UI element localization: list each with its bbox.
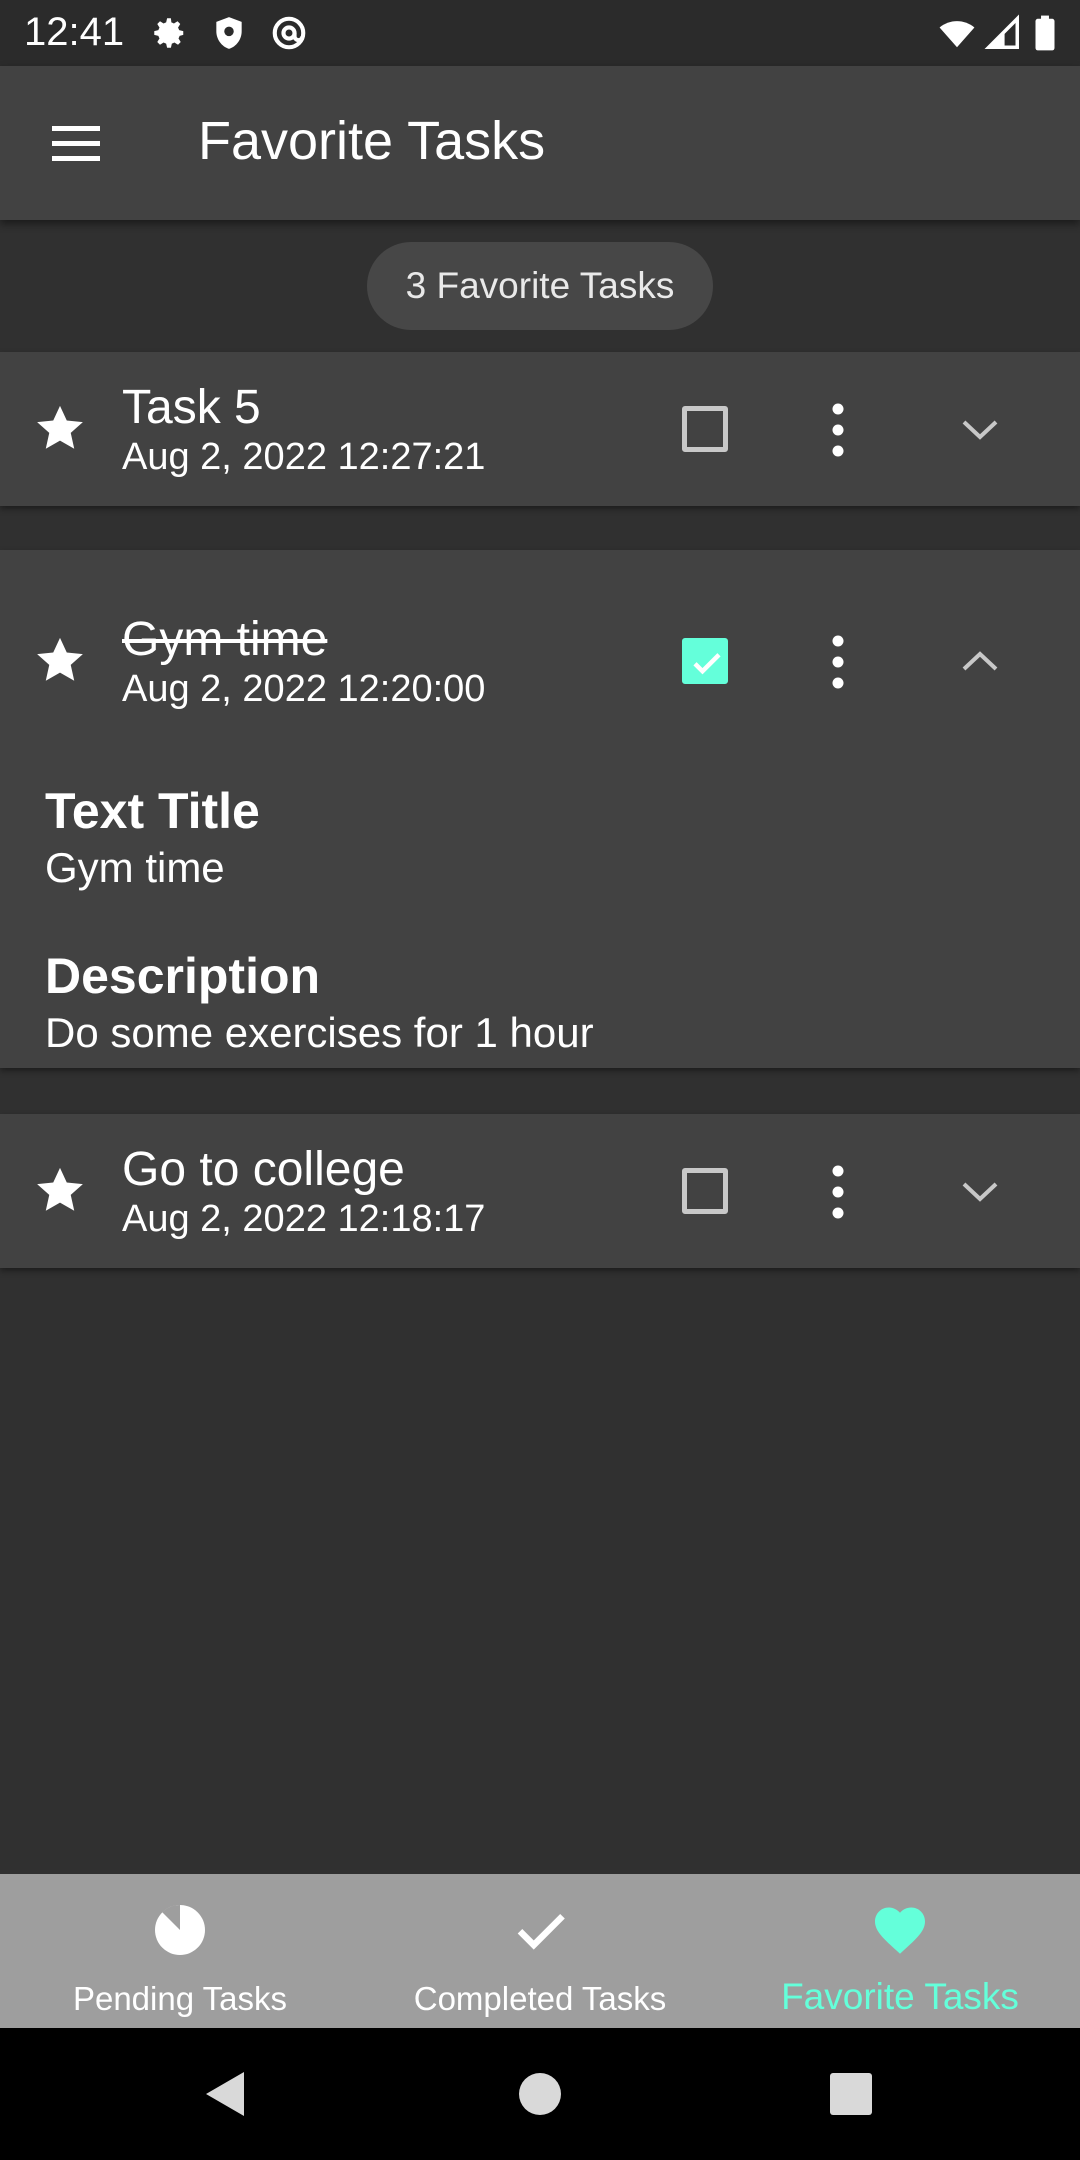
- shield-icon: [216, 17, 242, 49]
- nav-item-favorite-tasks[interactable]: Favorite Tasks: [720, 1874, 1080, 2028]
- chevron-down-icon[interactable]: [958, 1176, 1002, 1206]
- favorite-count-label: 3 Favorite Tasks: [405, 265, 675, 306]
- favorite-count-chip: 3 Favorite Tasks: [367, 242, 713, 330]
- task-title: Task 5: [122, 381, 261, 434]
- heart-icon: [875, 1907, 925, 1954]
- recents-icon[interactable]: [829, 2068, 873, 2120]
- nav-item-pending-tasks[interactable]: Pending Tasks: [0, 1874, 360, 2028]
- app-bar: Favorite Tasks: [0, 66, 1080, 220]
- star-icon[interactable]: [32, 1162, 88, 1218]
- bottom-navigation: Pending Tasks Completed Tasks Favorite T…: [0, 1874, 1080, 2028]
- wifi-icon: [939, 21, 975, 48]
- system-navigation-bar: [0, 2028, 1080, 2160]
- pie-chart-icon: [155, 1904, 205, 1955]
- detail-description-value: Do some exercises for 1 hour: [45, 1009, 594, 1056]
- chevron-up-icon[interactable]: [958, 646, 1002, 676]
- signal-icon: [984, 14, 1019, 49]
- nav-label: Completed Tasks: [413, 1980, 667, 2017]
- more-vert-icon[interactable]: [818, 400, 858, 460]
- task-date: Aug 2, 2022 12:20:00: [122, 668, 486, 710]
- task-complete-checkbox[interactable]: [682, 406, 728, 452]
- task-date: Aug 2, 2022 12:18:17: [122, 1198, 486, 1240]
- task-card[interactable]: Task 5 Aug 2, 2022 12:27:21: [0, 352, 1080, 506]
- task-date: Aug 2, 2022 12:27:21: [122, 436, 486, 478]
- task-card-expanded[interactable]: Gym time Aug 2, 2022 12:20:00 Text Title…: [0, 550, 1080, 1068]
- more-vert-icon[interactable]: [818, 632, 858, 692]
- star-icon[interactable]: [32, 632, 88, 688]
- chevron-down-icon[interactable]: [958, 414, 1002, 444]
- nav-label: Pending Tasks: [72, 1980, 288, 2017]
- check-icon: [517, 1913, 565, 1950]
- nav-item-completed-tasks[interactable]: Completed Tasks: [360, 1874, 720, 2028]
- check-icon: [693, 653, 721, 675]
- task-complete-checkbox[interactable]: [682, 1168, 728, 1214]
- battery-icon: [1035, 15, 1055, 51]
- task-title: Go to college: [122, 1143, 405, 1196]
- task-row: Task 5 Aug 2, 2022 12:27:21: [0, 352, 1080, 506]
- status-time: 12:41: [24, 10, 125, 54]
- task-complete-checkbox[interactable]: [682, 638, 728, 684]
- page-title: Favorite Tasks: [198, 111, 546, 171]
- at-sign-icon: [272, 16, 306, 50]
- gear-icon: [154, 18, 184, 48]
- detail-title-value: Gym time: [45, 844, 225, 891]
- detail-description-label: Description: [45, 948, 321, 1004]
- menu-icon[interactable]: [46, 118, 106, 168]
- nav-label: Favorite Tasks: [781, 1976, 1019, 2017]
- task-card[interactable]: Go to college Aug 2, 2022 12:18:17: [0, 1114, 1080, 1268]
- status-bar: 12:41: [0, 0, 1080, 66]
- star-icon[interactable]: [32, 400, 88, 456]
- detail-title-label: Text Title: [45, 783, 260, 839]
- back-icon[interactable]: [202, 2068, 248, 2120]
- task-row: Go to college Aug 2, 2022 12:18:17: [0, 1114, 1080, 1268]
- more-vert-icon[interactable]: [818, 1162, 858, 1222]
- home-icon[interactable]: [518, 2068, 562, 2120]
- task-row: Gym time Aug 2, 2022 12:20:00: [0, 584, 1080, 738]
- task-title: Gym time: [122, 613, 328, 666]
